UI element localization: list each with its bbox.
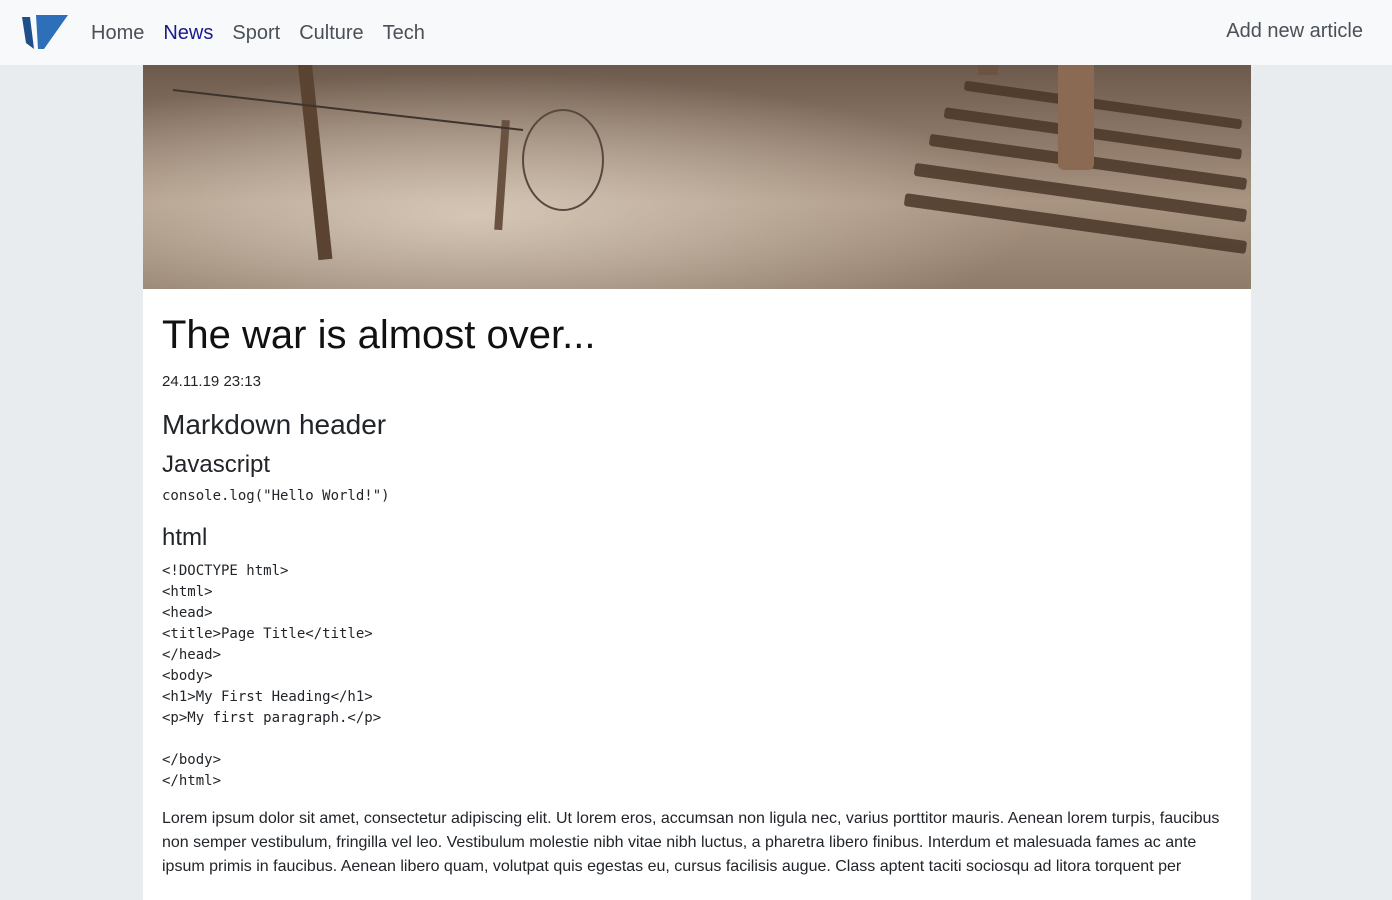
- logo-icon[interactable]: [22, 13, 68, 49]
- code-line: </body>: [162, 752, 222, 768]
- code-line: <p>My first paragraph.</p>: [162, 710, 382, 726]
- nav-link-tech[interactable]: Tech: [383, 23, 425, 43]
- code-line: </head>: [162, 647, 222, 663]
- nav-link-home[interactable]: Home: [91, 23, 144, 43]
- code-line: </html>: [162, 773, 222, 789]
- html-code-block: <!DOCTYPE html> <html> <head> <title>Pag…: [162, 561, 381, 792]
- nav-link-sport[interactable]: Sport: [232, 23, 280, 43]
- nav-links: Home News Sport Culture Tech: [91, 0, 444, 65]
- article-title: The war is almost over...: [162, 313, 596, 357]
- code-line: <body>: [162, 668, 213, 684]
- add-new-article-link[interactable]: Add new article: [1226, 21, 1363, 41]
- markdown-header: Markdown header: [162, 409, 387, 440]
- code-line: <!DOCTYPE html>: [162, 563, 289, 579]
- article-date: 24.11.19 23:13: [162, 373, 261, 390]
- article-paragraph: Lorem ipsum dolor sit amet, consectetur …: [162, 810, 1220, 875]
- code-line: <h1>My First Heading</h1>: [162, 689, 373, 705]
- html-heading: html: [162, 524, 208, 551]
- article-card: The war is almost over... 24.11.19 23:13…: [143, 0, 1251, 900]
- javascript-heading: Javascript: [162, 451, 271, 478]
- nav-link-culture[interactable]: Culture: [299, 23, 363, 43]
- code-line: <title>Page Title</title>: [162, 626, 373, 642]
- top-navbar: Home News Sport Culture Tech Add new art…: [0, 0, 1392, 65]
- javascript-code-block: console.log("Hello World!"): [162, 488, 390, 504]
- nav-link-news[interactable]: News: [163, 23, 213, 43]
- code-line: <head>: [162, 605, 213, 621]
- code-line: <html>: [162, 584, 213, 600]
